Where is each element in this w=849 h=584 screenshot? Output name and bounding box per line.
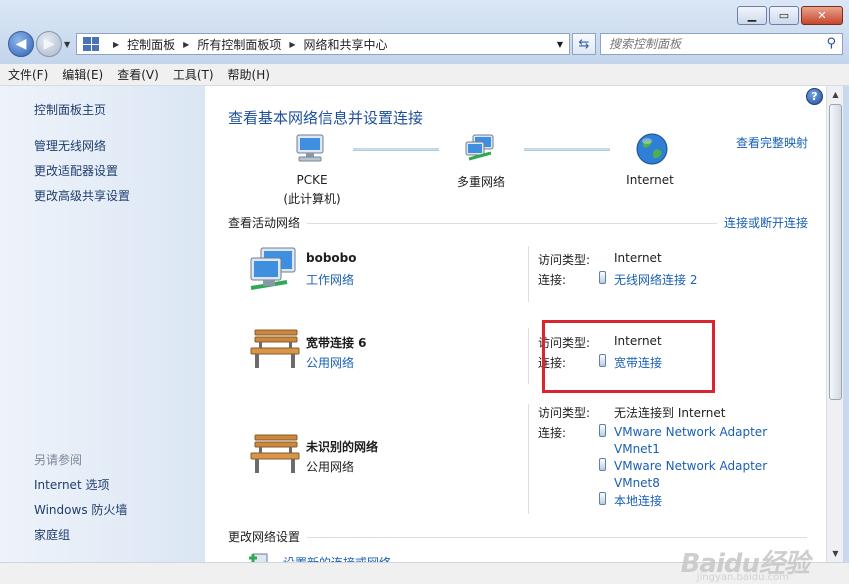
window-border bbox=[843, 86, 849, 562]
caption-buttons: ▁ ▭ ✕ bbox=[735, 6, 843, 25]
refresh-icon: ⇆ bbox=[578, 36, 590, 52]
bench-icon bbox=[250, 434, 300, 473]
breadcrumb-network-center[interactable]: 网络和共享中心 bbox=[304, 36, 388, 53]
connection-link[interactable]: VMware Network Adapter VMnet1 bbox=[614, 424, 784, 458]
breadcrumb-control-panel[interactable]: 控制面板 bbox=[127, 36, 175, 53]
highlight-box bbox=[542, 320, 715, 393]
menu-help[interactable]: 帮助(H) bbox=[228, 66, 270, 83]
connection-link[interactable]: 本地连接 bbox=[614, 492, 662, 509]
help-icon[interactable]: ? bbox=[806, 88, 823, 105]
close-button[interactable]: ✕ bbox=[801, 6, 843, 25]
access-type-value: Internet bbox=[614, 251, 662, 265]
main-content: ? 查看基本网络信息并设置连接 PCKE (此计算机) 多重网络 Interne… bbox=[205, 86, 826, 562]
access-type-label: 访问类型: bbox=[538, 406, 591, 420]
control-panel-icon bbox=[83, 37, 99, 51]
sidebar-item-firewall[interactable]: Windows 防火墙 bbox=[34, 501, 127, 518]
see-also-heading: 另请参阅 bbox=[34, 453, 83, 467]
menu-tools[interactable]: 工具(T) bbox=[173, 66, 214, 83]
watermark-url: jingyan.baidu.com bbox=[696, 572, 789, 583]
bench-icon bbox=[250, 329, 300, 368]
left-task-pane: 控制面板主页 管理无线网络 更改适配器设置 更改高级共享设置 另请参阅 Inte… bbox=[0, 86, 205, 562]
window-chrome: ▁ ▭ ✕ ◀ ▶ ▼ ▶ 控制面板 ▶ 所有控制面板项 ▶ 网络和共享中心 ▼… bbox=[0, 0, 849, 64]
view-full-map-link[interactable]: 查看完整映射 bbox=[736, 134, 808, 151]
ethernet-icon bbox=[599, 458, 606, 471]
arrow-right-icon: ▶ bbox=[43, 36, 55, 52]
network-name: 宽带连接 6 bbox=[306, 336, 367, 350]
ethernet-icon bbox=[599, 424, 606, 437]
back-button[interactable]: ◀ bbox=[8, 31, 34, 57]
menu-view[interactable]: 查看(V) bbox=[117, 66, 159, 83]
vertical-scrollbar[interactable]: ▲ ▼ bbox=[826, 86, 843, 562]
chevron-right-icon[interactable]: ▶ bbox=[289, 40, 295, 49]
minimize-button[interactable]: ▁ bbox=[737, 6, 767, 25]
connect-disconnect-link[interactable]: 连接或断开连接 bbox=[724, 214, 808, 231]
arrow-left-icon: ◀ bbox=[15, 36, 27, 52]
connection-link[interactable]: VMware Network Adapter VMnet8 bbox=[614, 458, 784, 492]
new-connection-icon bbox=[249, 553, 268, 562]
wireless-signal-icon bbox=[599, 271, 606, 284]
menu-bar: 文件(F) 编辑(E) 查看(V) 工具(T) 帮助(H) bbox=[0, 64, 849, 86]
map-node-internet: Internet bbox=[626, 173, 674, 187]
sidebar-item-adapter-settings[interactable]: 更改适配器设置 bbox=[34, 162, 118, 179]
network-name: bobobo bbox=[306, 251, 357, 265]
connections-label: 连接: bbox=[538, 426, 567, 440]
vertical-divider bbox=[528, 328, 529, 384]
computer-icon bbox=[296, 134, 324, 162]
recent-pages-dropdown[interactable]: ▼ bbox=[64, 40, 70, 49]
change-settings-heading: 更改网络设置 bbox=[228, 530, 301, 544]
sidebar-item-internet-options[interactable]: Internet 选项 bbox=[34, 476, 109, 493]
connections-label: 连接: bbox=[538, 273, 567, 287]
scroll-thumb[interactable] bbox=[829, 104, 842, 400]
map-node-multiple-networks: 多重网络 bbox=[456, 175, 505, 189]
breadcrumb-all-items[interactable]: 所有控制面板项 bbox=[197, 36, 281, 53]
map-connector-line bbox=[353, 148, 439, 151]
network-name: 未识别的网络 bbox=[306, 440, 379, 454]
section-divider bbox=[307, 223, 717, 224]
map-node-this-computer: PCKE bbox=[296, 173, 328, 187]
menu-file[interactable]: 文件(F) bbox=[8, 66, 48, 83]
address-bar[interactable]: ▶ 控制面板 ▶ 所有控制面板项 ▶ 网络和共享中心 ▼ bbox=[76, 33, 570, 55]
maximize-button[interactable]: ▭ bbox=[769, 6, 799, 25]
vertical-divider bbox=[528, 404, 529, 514]
connection-link[interactable]: 无线网络连接 2 bbox=[614, 271, 697, 288]
work-network-icon bbox=[250, 247, 296, 290]
globe-icon bbox=[636, 133, 668, 165]
active-networks-heading: 查看活动网络 bbox=[228, 216, 301, 230]
access-type-value: 无法连接到 Internet bbox=[614, 406, 726, 420]
forward-button[interactable]: ▶ bbox=[36, 31, 62, 57]
sidebar-item-manage-wireless[interactable]: 管理无线网络 bbox=[34, 137, 106, 154]
setup-connection-link[interactable]: 设置新的连接或网络 bbox=[283, 554, 391, 562]
ethernet-icon bbox=[599, 492, 606, 505]
sidebar-item-advanced-sharing[interactable]: 更改高级共享设置 bbox=[34, 187, 130, 204]
address-dropdown-icon[interactable]: ▼ bbox=[557, 40, 563, 49]
map-node-this-computer-sub: (此计算机) bbox=[283, 192, 341, 206]
scroll-down-icon[interactable]: ▼ bbox=[827, 545, 844, 562]
map-connector-line bbox=[524, 148, 610, 151]
search-box[interactable]: ⚲ bbox=[600, 33, 843, 55]
page-title: 查看基本网络信息并设置连接 bbox=[228, 109, 424, 127]
navigation-row: ◀ ▶ ▼ ▶ 控制面板 ▶ 所有控制面板项 ▶ 网络和共享中心 ▼ ⇆ ⚲ bbox=[6, 30, 843, 58]
network-category-link[interactable]: 公用网络 bbox=[306, 354, 354, 371]
chevron-right-icon[interactable]: ▶ bbox=[113, 40, 119, 49]
vertical-divider bbox=[528, 246, 529, 302]
network-category-link[interactable]: 工作网络 bbox=[306, 271, 354, 288]
sidebar-item-home[interactable]: 控制面板主页 bbox=[34, 101, 106, 118]
chevron-right-icon[interactable]: ▶ bbox=[183, 40, 189, 49]
multiple-networks-icon bbox=[465, 134, 494, 161]
section-divider bbox=[307, 537, 807, 538]
network-category: 公用网络 bbox=[306, 460, 355, 474]
access-type-label: 访问类型: bbox=[538, 253, 591, 267]
refresh-button[interactable]: ⇆ bbox=[572, 33, 596, 55]
menu-edit[interactable]: 编辑(E) bbox=[62, 66, 103, 83]
sidebar-item-homegroup[interactable]: 家庭组 bbox=[34, 526, 70, 543]
search-input[interactable] bbox=[609, 37, 809, 51]
scroll-up-icon[interactable]: ▲ bbox=[827, 86, 844, 103]
search-icon[interactable]: ⚲ bbox=[826, 36, 836, 51]
